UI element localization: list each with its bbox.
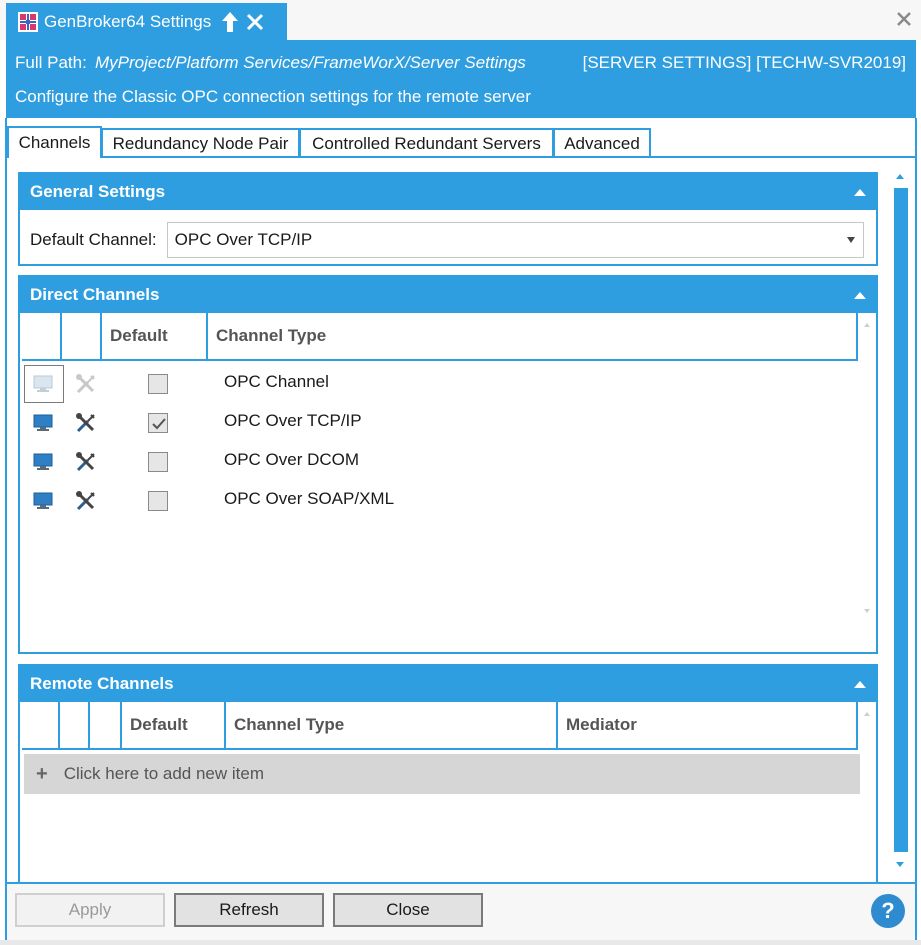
scrollbar-thumb[interactable] <box>894 188 908 852</box>
add-new-item-label: Click here to add new item <box>63 764 265 783</box>
channel-type-cell: OPC Over SOAP/XML <box>224 489 395 508</box>
general-settings-title: General Settings <box>30 182 166 201</box>
monitor-icon[interactable] <box>32 491 54 511</box>
column-header-settings <box>62 313 102 359</box>
dialog-footer: Apply Refresh Close ? <box>7 884 915 940</box>
document-tab-bar: GenBroker64 Settings <box>0 0 921 40</box>
tab-advanced[interactable]: Advanced <box>553 128 651 158</box>
refresh-button[interactable]: Refresh <box>174 893 324 927</box>
column-header-default[interactable]: Default <box>102 313 208 359</box>
direct-channel-row[interactable]: OPC Over TCP/IP <box>22 403 858 442</box>
direct-channels-grid: Default Channel Type OPC Channel OPC Ove… <box>22 313 874 650</box>
collapse-up-icon[interactable] <box>854 292 866 299</box>
plus-icon: + <box>36 762 48 785</box>
tab-close-icon[interactable] <box>245 12 265 32</box>
scroll-up-arrow-icon[interactable] <box>864 323 870 327</box>
document-tab-title: GenBroker64 Settings <box>44 11 212 31</box>
remote-grid-scrollbar[interactable] <box>860 710 874 860</box>
remote-channels-title: Remote Channels <box>30 674 174 693</box>
monitor-icon[interactable] <box>32 374 54 394</box>
apply-button[interactable]: Apply <box>15 893 165 927</box>
default-checkbox[interactable] <box>148 374 168 394</box>
default-checkbox[interactable] <box>148 452 168 472</box>
default-channel-row: Default Channel: OPC Over TCP/IP <box>30 222 864 258</box>
tab-controlled-redundant-servers[interactable]: Controlled Redundant Servers <box>299 128 554 158</box>
direct-grid-header: Default Channel Type <box>22 313 858 361</box>
collapse-up-icon[interactable] <box>854 681 866 688</box>
column-header-enable <box>22 313 62 359</box>
window-close-icon[interactable] <box>895 10 913 28</box>
close-button[interactable]: Close <box>333 893 483 927</box>
default-checkbox[interactable] <box>148 491 168 511</box>
direct-channels-header[interactable]: Direct Channels <box>20 277 876 313</box>
settings-header: Full Path: MyProject/Platform Services/F… <box>6 40 916 118</box>
column-header-channel-type[interactable]: Channel Type <box>226 702 558 748</box>
direct-channels-title: Direct Channels <box>30 285 160 304</box>
tab-channels[interactable]: Channels <box>7 126 102 158</box>
column-header-default[interactable]: Default <box>122 702 226 748</box>
content-scrollbar[interactable] <box>893 168 909 868</box>
general-settings-panel: General Settings Default Channel: OPC Ov… <box>18 172 878 266</box>
column-header-mediator[interactable]: Mediator <box>558 702 858 748</box>
column-header-indicator <box>90 702 122 748</box>
direct-grid-scrollbar[interactable] <box>860 321 874 617</box>
remote-channels-header[interactable]: Remote Channels <box>20 666 876 702</box>
settings-description: Configure the Classic OPC connection set… <box>15 87 531 106</box>
tools-icon[interactable] <box>74 489 98 513</box>
app-grid-icon <box>18 11 38 32</box>
column-header-enable <box>22 702 60 748</box>
default-channel-value: OPC Over TCP/IP <box>174 230 313 249</box>
channels-content: General Settings Default Channel: OPC Ov… <box>7 158 915 882</box>
frame-border-right <box>915 118 917 940</box>
tab-redundancy-node-pair[interactable]: Redundancy Node Pair <box>101 128 300 158</box>
full-path-value: MyProject/Platform Services/FrameWorX/Se… <box>95 53 526 72</box>
scroll-up-arrow-icon[interactable] <box>896 174 904 179</box>
column-header-channel-type[interactable]: Channel Type <box>208 313 858 359</box>
add-new-item-row[interactable]: + Click here to add new item <box>24 754 860 794</box>
channel-type-cell: OPC Over DCOM <box>224 450 360 469</box>
direct-channel-row[interactable]: OPC Over SOAP/XML <box>22 481 858 520</box>
tools-icon[interactable] <box>74 372 98 396</box>
default-channel-select[interactable]: OPC Over TCP/IP <box>166 222 864 258</box>
general-settings-header[interactable]: General Settings <box>20 174 876 210</box>
document-tab[interactable]: GenBroker64 Settings <box>6 3 287 40</box>
monitor-icon[interactable] <box>32 452 54 472</box>
default-channel-label: Default Channel: <box>30 230 157 249</box>
scroll-down-arrow-icon[interactable] <box>896 862 904 867</box>
channel-type-cell: OPC Over TCP/IP <box>224 411 362 430</box>
full-path-label: Full Path: <box>15 53 87 72</box>
default-checkbox-checked[interactable] <box>148 413 168 433</box>
pin-up-arrow-icon[interactable] <box>221 11 239 33</box>
collapse-up-icon[interactable] <box>854 189 866 196</box>
tools-icon[interactable] <box>74 411 98 435</box>
tools-icon[interactable] <box>74 450 98 474</box>
remote-channels-grid: Default Channel Type Mediator + Click he… <box>22 702 874 882</box>
channel-type-cell: OPC Channel <box>224 372 329 391</box>
scroll-up-arrow-icon[interactable] <box>864 712 870 716</box>
help-icon[interactable]: ? <box>871 894 905 928</box>
direct-channels-panel: Direct Channels Default Channel Type OPC… <box>18 275 878 654</box>
chevron-down-icon <box>846 237 855 243</box>
window-bottom-edge <box>0 940 921 945</box>
column-header-settings <box>60 702 90 748</box>
remote-grid-header: Default Channel Type Mediator <box>22 702 858 750</box>
server-identifier: [SERVER SETTINGS] [TECHW-SVR2019] <box>582 53 906 72</box>
direct-channel-row[interactable]: OPC Over DCOM <box>22 442 858 481</box>
monitor-icon[interactable] <box>32 413 54 433</box>
scroll-down-arrow-icon[interactable] <box>864 609 870 613</box>
remote-channels-panel: Remote Channels Default Channel Type Med… <box>18 664 878 882</box>
direct-channel-row[interactable]: OPC Channel <box>22 364 858 403</box>
